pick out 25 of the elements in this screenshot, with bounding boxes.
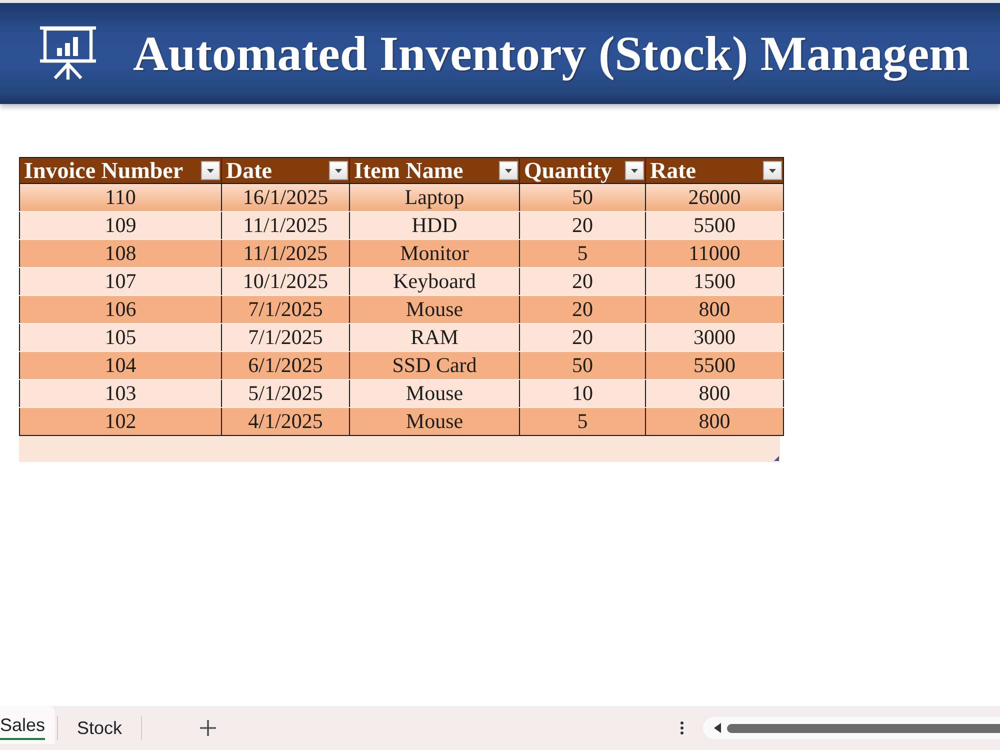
filter-dropdown-button[interactable] bbox=[201, 161, 220, 180]
caret-icon bbox=[769, 168, 776, 172]
presentation-chart-icon bbox=[40, 26, 96, 80]
sheet-tab[interactable]: Sales bbox=[0, 706, 56, 744]
column-header: Invoice Number bbox=[24, 158, 184, 183]
filter-dropdown-button[interactable] bbox=[329, 161, 348, 180]
filter-dropdown-button[interactable] bbox=[763, 161, 782, 180]
more-options-icon[interactable] bbox=[680, 721, 684, 735]
caret-icon bbox=[335, 168, 342, 172]
banner-title: Automated Inventory (Stock) Managem bbox=[133, 26, 970, 82]
scrollbar-thumb[interactable] bbox=[727, 724, 1000, 732]
caret-icon bbox=[505, 168, 512, 172]
sheet-tab[interactable]: Stock bbox=[60, 708, 140, 748]
resize-handle-icon[interactable] bbox=[774, 456, 779, 461]
plus-icon[interactable] bbox=[200, 720, 216, 736]
column-header: Date bbox=[226, 158, 272, 183]
scroll-left-icon[interactable] bbox=[714, 723, 721, 733]
caret-icon bbox=[631, 168, 638, 172]
filter-dropdown-button[interactable] bbox=[499, 161, 518, 180]
horizontal-scrollbar[interactable] bbox=[703, 717, 1000, 739]
filter-dropdown-button[interactable] bbox=[625, 161, 644, 180]
column-header: Quantity bbox=[524, 158, 612, 183]
column-header: Rate bbox=[650, 158, 696, 183]
caret-icon bbox=[207, 168, 214, 172]
column-header: Item Name bbox=[354, 158, 464, 183]
